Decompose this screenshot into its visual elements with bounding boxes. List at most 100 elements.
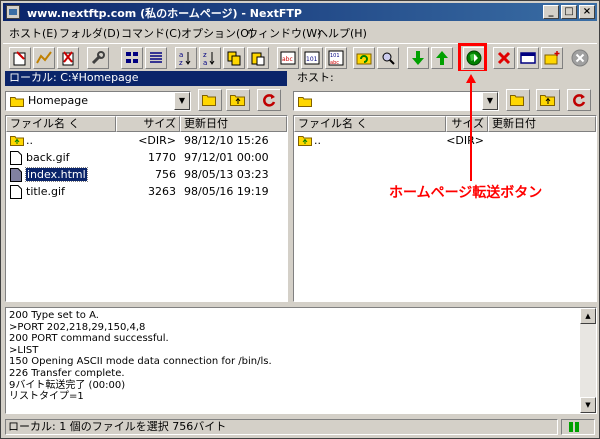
table-row[interactable]: .. <DIR> — [294, 133, 596, 150]
menu-bar: ホスト(E) フォルダ(D) コマンド(C) オプション(O) ウィンドウ(W)… — [3, 22, 597, 41]
remote-parent-folder-button[interactable] — [536, 89, 560, 111]
copy-button[interactable] — [223, 47, 245, 69]
local-panel-header: ローカル: C:¥Homepage — [5, 71, 287, 86]
status-text: ローカル: 1 個のファイルを選択 756バイト — [5, 419, 558, 435]
local-file-list[interactable]: ファイル名 く サイズ 更新日付 .. <DIR> 98/12/10 15:26… — [5, 115, 288, 302]
log-line: 226 Transfer complete. — [9, 367, 125, 379]
large-icons-view-button[interactable] — [121, 47, 143, 69]
sort-ascending-button[interactable]: az — [175, 47, 197, 69]
menu-command[interactable]: コマンド(C) — [121, 25, 181, 41]
file-date: 98/05/13 03:23 — [184, 168, 269, 181]
window-title: www.nextftp.com (私のホームページ) - NextFTP — [27, 7, 302, 20]
settings-button[interactable] — [87, 47, 109, 69]
log-line: 9バイト転送完了 (00:00) — [9, 379, 126, 391]
sort-az-icon: az — [179, 51, 191, 66]
local-path-combo[interactable]: Homepage ▼ — [5, 91, 191, 111]
nextftp-window: www.nextftp.com (私のホームページ) - NextFTP _ □… — [0, 0, 600, 439]
local-open-folder-button[interactable] — [198, 89, 222, 111]
rename-button[interactable] — [517, 47, 539, 69]
auto-mode-icon: 101abc — [328, 50, 344, 66]
upload-button[interactable] — [431, 47, 453, 69]
log-panel[interactable]: 200 Type set to A. >PORT 202,218,29,150,… — [5, 307, 597, 414]
file-size: <DIR> — [138, 134, 176, 147]
log-line: 150 Opening ASCII mode data connection f… — [9, 356, 272, 368]
remote-refresh-button[interactable] — [567, 89, 591, 111]
file-icon — [10, 168, 22, 182]
minimize-button[interactable]: _ — [543, 5, 559, 19]
annotation-label: ホームページ転送ボタン — [389, 185, 543, 201]
details-list-icon — [150, 52, 162, 63]
parent-folder-icon — [540, 95, 555, 106]
stop-button[interactable] — [569, 47, 591, 69]
menu-folder[interactable]: フォルダ(D) — [59, 25, 120, 41]
refresh-button[interactable] — [353, 47, 375, 69]
local-path-value: Homepage — [28, 94, 88, 107]
table-row[interactable]: index.html 756 98/05/13 03:23 — [6, 167, 287, 184]
new-folder-icon — [544, 51, 560, 65]
scroll-down-icon[interactable]: ▼ — [580, 397, 596, 413]
download-button[interactable] — [407, 47, 429, 69]
log-lines: 200 Type set to A. >PORT 202,218,29,150,… — [9, 310, 579, 403]
chevron-down-icon[interactable]: ▼ — [482, 92, 498, 110]
svg-text:z: z — [179, 59, 183, 66]
new-folder-button[interactable] — [541, 47, 563, 69]
refresh-folder-icon — [356, 53, 372, 65]
svg-text:z: z — [203, 51, 207, 59]
remote-panel-header: ホスト: — [293, 71, 595, 86]
paste-icon — [251, 52, 265, 66]
wrench-icon — [91, 51, 105, 65]
lightning-icon — [36, 51, 52, 64]
folder-icon — [10, 97, 24, 107]
magnifier-icon — [382, 52, 395, 65]
reconnect-button[interactable] — [33, 47, 55, 69]
app-icon — [6, 5, 20, 19]
remote-file-list[interactable]: ファイル名 く サイズ 更新日付 .. <DIR> — [293, 115, 597, 302]
details-view-button[interactable] — [145, 47, 167, 69]
close-button[interactable]: × — [579, 5, 595, 19]
log-line: リストタイプ=1 — [9, 391, 84, 403]
menu-host[interactable]: ホスト(E) — [9, 25, 58, 41]
table-row[interactable]: title.gif 3263 98/05/16 19:19 — [6, 184, 287, 201]
svg-text:101: 101 — [330, 53, 340, 59]
connect-button[interactable] — [9, 47, 31, 69]
local-col-date[interactable]: 更新日付 — [180, 116, 287, 132]
find-button[interactable] — [377, 47, 399, 69]
svg-text:a: a — [203, 59, 207, 66]
delete-x-icon — [497, 51, 511, 65]
annotation-arrow — [466, 74, 476, 181]
folder-icon — [298, 97, 312, 107]
parent-folder-icon — [230, 95, 245, 106]
maximize-button[interactable]: □ — [561, 5, 577, 19]
file-icon — [10, 151, 22, 165]
local-refresh-button[interactable] — [257, 89, 281, 111]
remote-col-date[interactable]: 更新日付 — [488, 116, 596, 132]
local-parent-folder-button[interactable] — [226, 89, 250, 111]
refresh-icon — [573, 94, 586, 107]
auto-mode-button[interactable]: 101 abc — [325, 47, 347, 69]
scroll-up-icon[interactable]: ▲ — [580, 308, 596, 324]
title-bar[interactable]: www.nextftp.com (私のホームページ) - NextFTP _ □… — [3, 3, 597, 21]
menu-help[interactable]: ヘルプ(H) — [317, 25, 367, 41]
file-name: back.gif — [26, 151, 70, 164]
menu-option[interactable]: オプション(O) — [181, 25, 253, 41]
log-scrollbar[interactable]: ▲ ▼ — [580, 308, 596, 413]
file-name: .. — [26, 134, 33, 147]
remote-open-folder-button[interactable] — [506, 89, 530, 111]
binary-mode-button[interactable]: 101 — [301, 47, 323, 69]
sort-descending-button[interactable]: za — [199, 47, 221, 69]
menu-window[interactable]: ウィンドウ(W) — [247, 25, 321, 41]
remote-col-name[interactable]: ファイル名 く — [294, 116, 446, 132]
homepage-button-highlight — [458, 43, 487, 73]
local-col-size[interactable]: サイズ — [116, 116, 180, 132]
table-row[interactable]: back.gif 1770 97/12/01 00:00 — [6, 150, 287, 167]
svg-text:a: a — [179, 51, 183, 59]
open-folder-icon — [510, 95, 524, 106]
paste-button[interactable] — [247, 47, 269, 69]
delete-button[interactable] — [493, 47, 515, 69]
disconnect-button[interactable] — [57, 47, 79, 69]
chevron-down-icon[interactable]: ▼ — [174, 92, 190, 110]
svg-text:101: 101 — [306, 56, 318, 63]
text-mode-button[interactable]: abc — [277, 47, 299, 69]
table-row[interactable]: .. <DIR> 98/12/10 15:26 — [6, 133, 287, 150]
local-col-name[interactable]: ファイル名 く — [6, 116, 116, 132]
